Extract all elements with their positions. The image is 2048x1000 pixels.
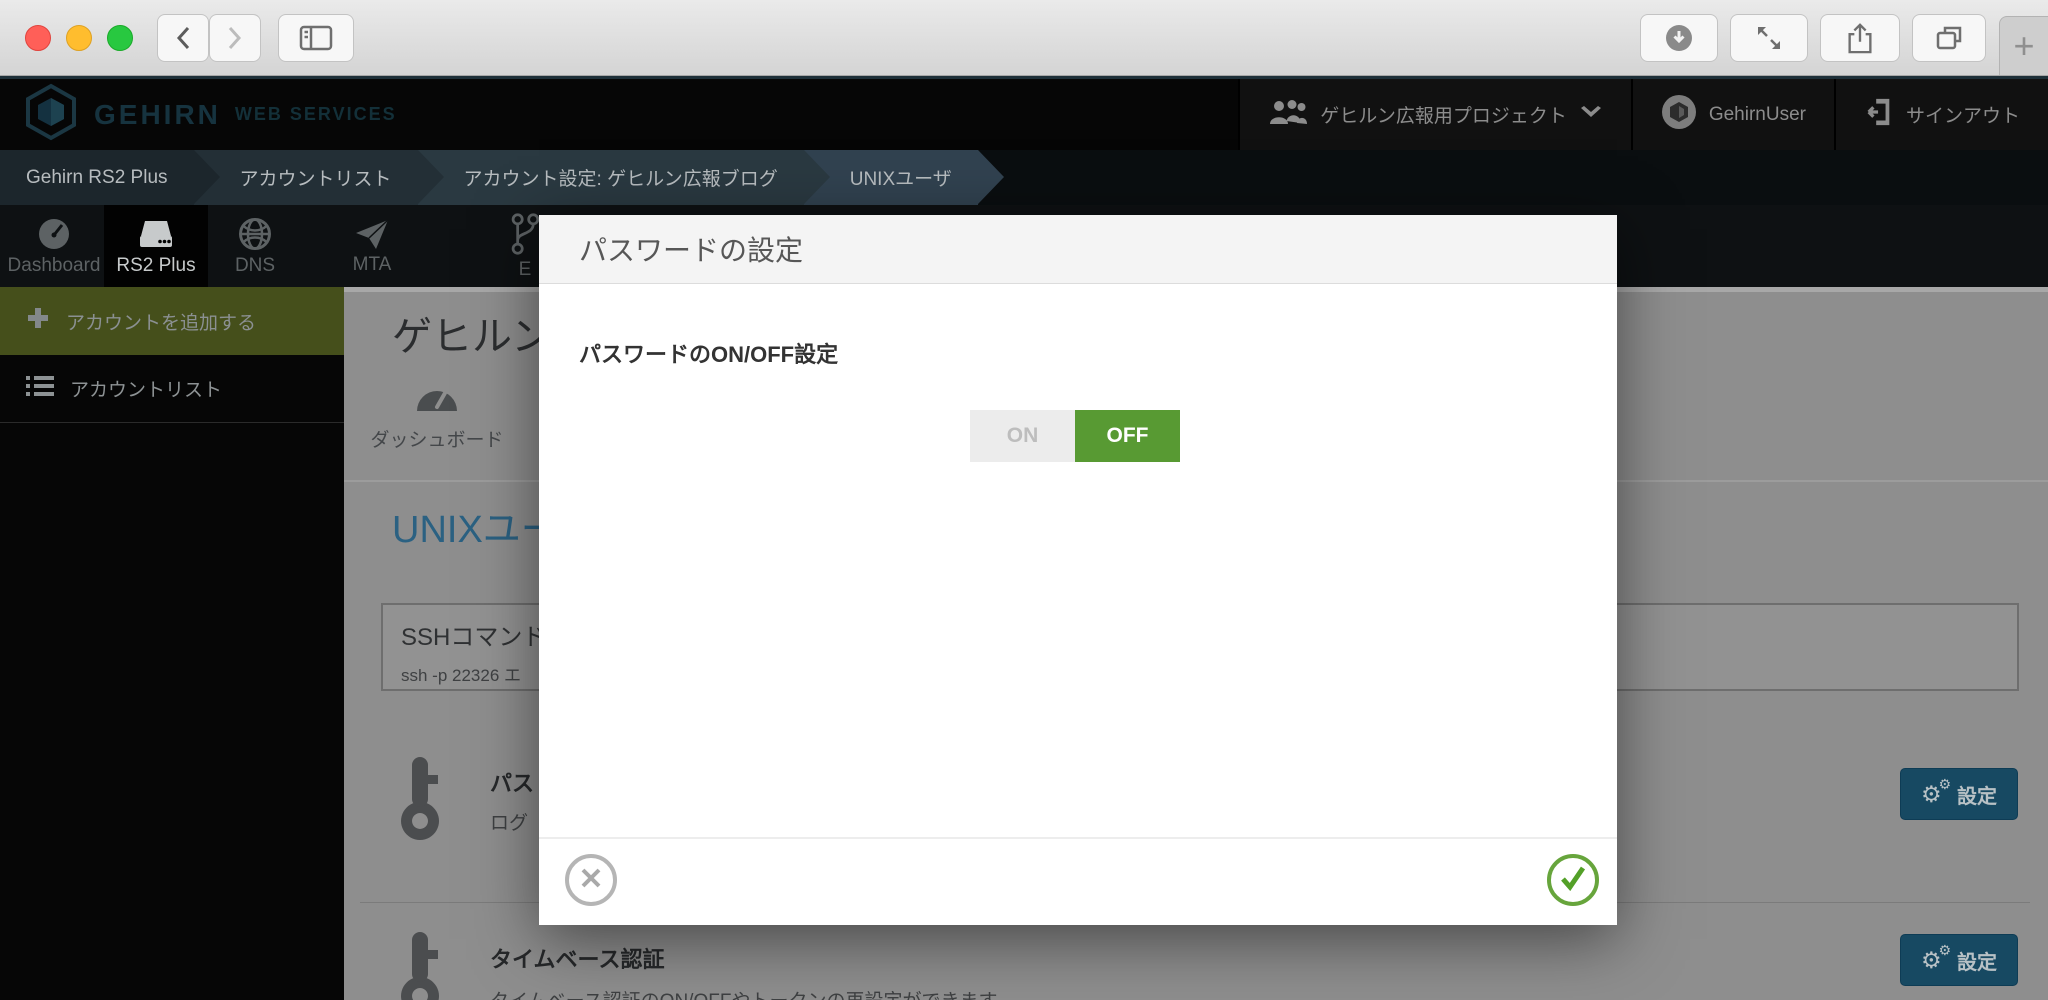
setting-row-title: タイムベース認証 (490, 942, 664, 974)
sidebar-item-add-account[interactable]: アカウントを追加する (0, 287, 344, 355)
button-label: 設定 (1957, 946, 1997, 975)
toggle-on-option[interactable]: ON (970, 410, 1075, 462)
section-title: UNIXユー (392, 498, 559, 553)
sidebar-item-account-list[interactable]: アカウントリスト (0, 355, 344, 423)
user-menu[interactable]: GehirnUser (1631, 79, 1834, 150)
user-name: GehirnUser (1709, 104, 1806, 126)
key-icon (398, 928, 450, 1000)
brand-subtitle: WEB SERVICES (235, 104, 397, 125)
chevron-down-icon (1579, 104, 1603, 126)
tab-overview-button[interactable] (1912, 14, 1986, 62)
password-onoff-toggle: ON OFF (970, 410, 1180, 462)
project-name: ゲヒルン広報用プロジェクト (1320, 101, 1567, 128)
gauge-icon (414, 384, 460, 417)
share-icon (1845, 22, 1875, 54)
modal-footer (539, 837, 1617, 925)
minimize-window-button[interactable] (66, 25, 92, 51)
share-button[interactable] (1820, 14, 1900, 62)
nav-item-dashboard[interactable]: Dashboard (8, 205, 100, 287)
project-selector[interactable]: ゲヒルン広報用プロジェクト (1238, 79, 1631, 150)
forward-button[interactable] (209, 14, 261, 62)
nav-label: E (519, 259, 532, 281)
timebase-settings-button[interactable]: ⚙⚙ 設定 (1900, 934, 2018, 986)
check-icon (1559, 865, 1587, 896)
breadcrumb-item[interactable]: UNIXユーザ (804, 150, 978, 205)
tabs-icon (1934, 23, 1964, 53)
gauge-icon (36, 216, 72, 252)
gears-icon: ⚙⚙ (1921, 947, 1949, 973)
breadcrumb-item[interactable]: Gehirn RS2 Plus (0, 150, 194, 205)
sidebar-icon (299, 25, 333, 51)
sign-out-button[interactable]: サインアウト (1834, 79, 2048, 150)
chevron-right-icon (227, 26, 243, 50)
close-x-icon (579, 866, 603, 895)
sidebar: アカウントを追加する アカウントリスト (0, 287, 344, 1000)
browser-toolbar: + (0, 0, 2048, 76)
tab-label: ダッシュボード (370, 425, 503, 452)
setting-row-description: ログ (490, 808, 528, 835)
gears-icon: ⚙⚙ (1921, 781, 1949, 807)
nav-label: RS2 Plus (116, 255, 195, 277)
nav-label: DNS (235, 255, 275, 277)
confirm-button[interactable] (1547, 854, 1599, 906)
tab-dashboard[interactable]: ダッシュボード (352, 384, 522, 452)
nav-label: MTA (353, 254, 392, 276)
sign-out-label: サインアウト (1906, 101, 2020, 128)
app-header: GEHIRN WEB SERVICES ゲヒルン広報用プロジェクト Gehirn… (0, 75, 2048, 150)
hexagon-logo-icon (24, 83, 78, 146)
downloads-button[interactable] (1640, 14, 1718, 62)
new-tab-button[interactable]: + (1999, 16, 2048, 75)
key-icon (398, 753, 450, 846)
header-menu: ゲヒルン広報用プロジェクト GehirnUser サインアウト (1238, 79, 2048, 150)
sign-out-door-icon (1864, 97, 1894, 133)
brand-name: GEHIRN (94, 99, 221, 131)
password-settings-modal: パスワードの設定 パスワードのON/OFF設定 ON OFF (539, 215, 1617, 925)
breadcrumb-item[interactable]: アカウントリスト (194, 150, 418, 205)
sidebar-item-label: アカウントリスト (70, 375, 222, 402)
cancel-button[interactable] (565, 854, 617, 906)
globe-icon (237, 216, 273, 252)
back-button[interactable] (157, 14, 209, 62)
setting-row-description: タイムベース認証のON/OFFやトークンの再設定ができます (490, 986, 997, 1000)
plus-icon: + (2013, 25, 2034, 67)
password-onoff-label: パスワードのON/OFF設定 (579, 337, 838, 369)
page-title: ゲヒルン (392, 304, 551, 362)
avatar (1661, 94, 1697, 136)
nav-item-rs2plus[interactable]: RS2 Plus (104, 205, 208, 287)
gehirn-logo[interactable]: GEHIRN WEB SERVICES (24, 83, 397, 146)
group-people-icon (1268, 98, 1308, 132)
close-window-button[interactable] (25, 25, 51, 51)
toggle-off-option[interactable]: OFF (1075, 410, 1180, 462)
paper-plane-icon (354, 217, 390, 251)
breadcrumb-item[interactable]: アカウント設定: ゲヒルン広報ブログ (418, 150, 804, 205)
modal-title: パスワードの設定 (579, 229, 803, 269)
list-icon (26, 374, 54, 404)
zoom-window-button[interactable] (107, 25, 133, 51)
sidebar-toggle-button[interactable] (278, 14, 354, 62)
sidebar-item-label: アカウントを追加する (66, 308, 256, 335)
nav-item-dns[interactable]: DNS (212, 205, 298, 287)
nav-item-mta[interactable]: MTA (320, 205, 424, 287)
expand-arrows-icon (1754, 23, 1784, 53)
browser-window: + GEHIRN WEB SERVICES ゲヒルン広報用プロジェクト (0, 0, 2048, 1000)
fullscreen-button[interactable] (1730, 14, 1808, 62)
chevron-left-icon (175, 26, 191, 50)
nav-label: Dashboard (8, 255, 101, 277)
button-label: 設定 (1957, 780, 1997, 809)
download-icon (1664, 23, 1694, 53)
plus-icon (26, 306, 50, 336)
setting-row-title: パス (490, 766, 534, 798)
server-icon (137, 216, 175, 252)
password-settings-button[interactable]: ⚙⚙ 設定 (1900, 768, 2018, 820)
modal-header: パスワードの設定 (539, 215, 1617, 284)
breadcrumb: Gehirn RS2 Plus アカウントリスト アカウント設定: ゲヒルン広報… (0, 150, 2048, 205)
